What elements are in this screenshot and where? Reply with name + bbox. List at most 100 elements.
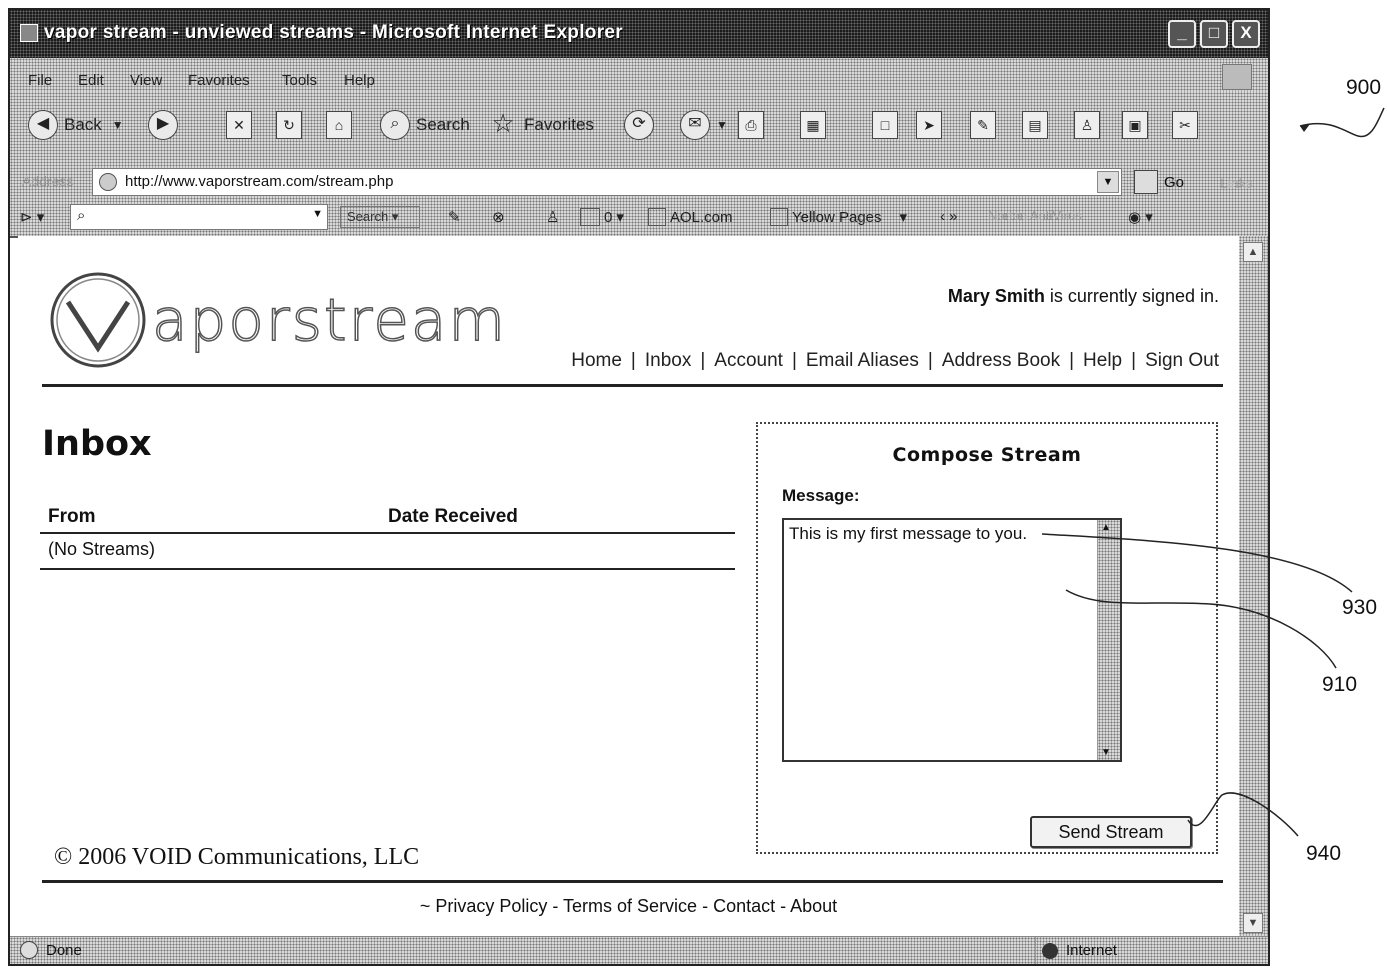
- stop-button[interactable]: ✕: [226, 108, 252, 142]
- back-arrow-icon: ◀: [28, 110, 58, 140]
- research-button[interactable]: ✎: [970, 108, 996, 142]
- status-text: Done: [46, 942, 82, 959]
- vaporstream-logo[interactable]: aporstream: [48, 270, 507, 370]
- mail-icon: ✉: [680, 110, 710, 140]
- message-textarea[interactable]: This is my first message to you. ▲ ▼: [782, 518, 1122, 762]
- counter-value: 0: [604, 208, 613, 226]
- zone-label: Internet: [1066, 942, 1117, 959]
- logo-text: aporstream: [151, 285, 507, 355]
- menu-file[interactable]: File: [28, 72, 52, 89]
- refresh-button[interactable]: ↻: [276, 108, 302, 142]
- menu-help[interactable]: Help: [344, 72, 375, 89]
- scroll-up-icon[interactable]: ▲: [1243, 242, 1263, 262]
- menu-edit[interactable]: Edit: [78, 72, 104, 89]
- edit-button[interactable]: ▦: [800, 108, 826, 142]
- norton-antivirus-label[interactable]: Norton AntiVirus: [988, 208, 1082, 223]
- back-label: Back: [64, 115, 102, 134]
- maximize-button[interactable]: □: [1200, 20, 1228, 48]
- refresh-icon: ↻: [276, 111, 302, 139]
- globe-icon: [1042, 942, 1058, 959]
- popup-blocker-icon[interactable]: ⊗: [492, 208, 505, 226]
- yellow-pages-dropdown-icon[interactable]: ▾: [900, 208, 908, 226]
- yellow-pages-link[interactable]: Yellow Pages ▾: [770, 208, 907, 226]
- nav-home[interactable]: Home: [571, 350, 622, 372]
- nav-sign-out[interactable]: Sign Out: [1145, 350, 1219, 372]
- mail-button[interactable]: ✉ ▼: [680, 108, 728, 142]
- scroll-up-icon[interactable]: ▲: [1101, 522, 1111, 533]
- send-stream-button[interactable]: Send Stream: [1030, 816, 1192, 848]
- nav-separator: |: [1069, 350, 1075, 371]
- nav-separator: |: [927, 350, 933, 371]
- site-nav: Home | Inbox | Account | Email Aliases | Add…: [571, 350, 1219, 372]
- people-button[interactable]: ♙: [1074, 108, 1100, 142]
- column-date-received: Date Received: [388, 506, 518, 527]
- chevron-more-icon[interactable]: ‹ »: [940, 208, 958, 225]
- security-zone: Internet: [1035, 937, 1117, 964]
- toolbar-grip-icon[interactable]: ⊳ ▾: [20, 208, 44, 226]
- discuss-button[interactable]: □: [872, 108, 898, 142]
- nav-inbox[interactable]: Inbox: [645, 350, 691, 372]
- address-input[interactable]: http://www.vaporstream.com/stream.php ▼: [92, 168, 1122, 196]
- mail-dropdown-icon[interactable]: ▼: [716, 118, 728, 132]
- footer-links[interactable]: ~ Privacy Policy - Terms of Service - Co…: [18, 896, 1239, 917]
- aol-icon: [648, 208, 666, 226]
- footer-divider: [42, 880, 1223, 883]
- scroll-down-icon[interactable]: ▼: [1243, 913, 1263, 933]
- favorites-label: Favorites: [524, 115, 594, 134]
- page-done-icon: [20, 941, 38, 959]
- menu-view[interactable]: View: [130, 72, 162, 89]
- norton-icon[interactable]: ◉ ▾: [1128, 208, 1153, 226]
- messenger-button[interactable]: ➤: [916, 108, 942, 142]
- forward-button[interactable]: ▶: [148, 108, 184, 142]
- signed-in-user: Mary Smith: [947, 286, 1045, 306]
- menu-favorites[interactable]: Favorites: [188, 72, 250, 89]
- go-button[interactable]: Go: [1134, 170, 1184, 194]
- toolbar-search-input[interactable]: ⌕ ▼: [70, 204, 328, 230]
- callout-940: 940: [1306, 842, 1342, 865]
- favorites-button[interactable]: ☆ Favorites: [488, 108, 594, 142]
- search-toolbar: ⊳ ▾ ⌕ ▼ Search ▾ ✎ ⊗ ♙ 0 ▾ AOL.com Yello…: [10, 200, 1268, 238]
- standard-toolbar: ◀ Back ▼ ▶ ✕ ↻ ⌂ ⌕ Search ☆ Favorites ⟳ …: [10, 92, 1268, 165]
- page-content: aporstream Mary Smith is currently signe…: [18, 236, 1239, 939]
- nav-help[interactable]: Help: [1083, 350, 1122, 372]
- discuss-icon: □: [872, 111, 898, 139]
- toolbar-search-button-label: Search: [347, 209, 389, 224]
- notes-icon: ▤: [1022, 111, 1048, 139]
- address-dropdown-icon[interactable]: ▼: [1097, 171, 1119, 193]
- arrow-icon: ➤: [916, 111, 942, 139]
- toolbar-search-dropdown-icon[interactable]: ▼: [312, 208, 323, 220]
- browser-window: vapor stream - unviewed streams - Micros…: [8, 8, 1270, 966]
- minimize-button[interactable]: _: [1168, 20, 1196, 48]
- windows-logo-icon: [1222, 64, 1252, 90]
- callout-900: 900: [1346, 76, 1382, 99]
- toolbar-search-button[interactable]: Search ▾: [340, 206, 420, 228]
- highlight-icon[interactable]: ✎: [448, 208, 461, 226]
- links-label[interactable]: Links: [1220, 175, 1253, 191]
- counter-button[interactable]: 0 ▾: [580, 208, 624, 226]
- scroll-down-icon[interactable]: ▼: [1101, 747, 1111, 758]
- nav-email-aliases[interactable]: Email Aliases: [806, 350, 919, 372]
- nav-account[interactable]: Account: [714, 350, 783, 372]
- search-button[interactable]: ⌕ Search: [380, 108, 470, 142]
- print-button[interactable]: ⎙: [738, 108, 764, 142]
- close-button[interactable]: X: [1232, 20, 1260, 48]
- yellow-pages-icon: [770, 208, 788, 226]
- history-button[interactable]: ⟳: [624, 108, 660, 142]
- history-icon: ⟳: [624, 110, 654, 140]
- nav-address-book[interactable]: Address Book: [942, 350, 1060, 372]
- back-dropdown-icon[interactable]: ▼: [112, 118, 124, 132]
- forward-arrow-icon: ▶: [148, 110, 178, 140]
- office-button[interactable]: ▣: [1122, 108, 1148, 142]
- notes-button[interactable]: ▤: [1022, 108, 1048, 142]
- tools-button[interactable]: ✂: [1172, 108, 1198, 142]
- back-button[interactable]: ◀ Back ▼: [28, 108, 124, 142]
- user-icon[interactable]: ♙: [546, 208, 559, 226]
- home-button[interactable]: ⌂: [326, 108, 352, 142]
- inbox-table-header: From Date Received: [40, 502, 735, 534]
- page-scrollbar[interactable]: ▲ ▼: [1239, 236, 1268, 939]
- document-icon: ▣: [1122, 111, 1148, 139]
- message-scrollbar[interactable]: ▲ ▼: [1097, 520, 1120, 760]
- aol-link[interactable]: AOL.com: [648, 208, 733, 226]
- menu-tools[interactable]: Tools: [282, 72, 317, 89]
- signed-in-suffix: is currently signed in.: [1049, 286, 1219, 306]
